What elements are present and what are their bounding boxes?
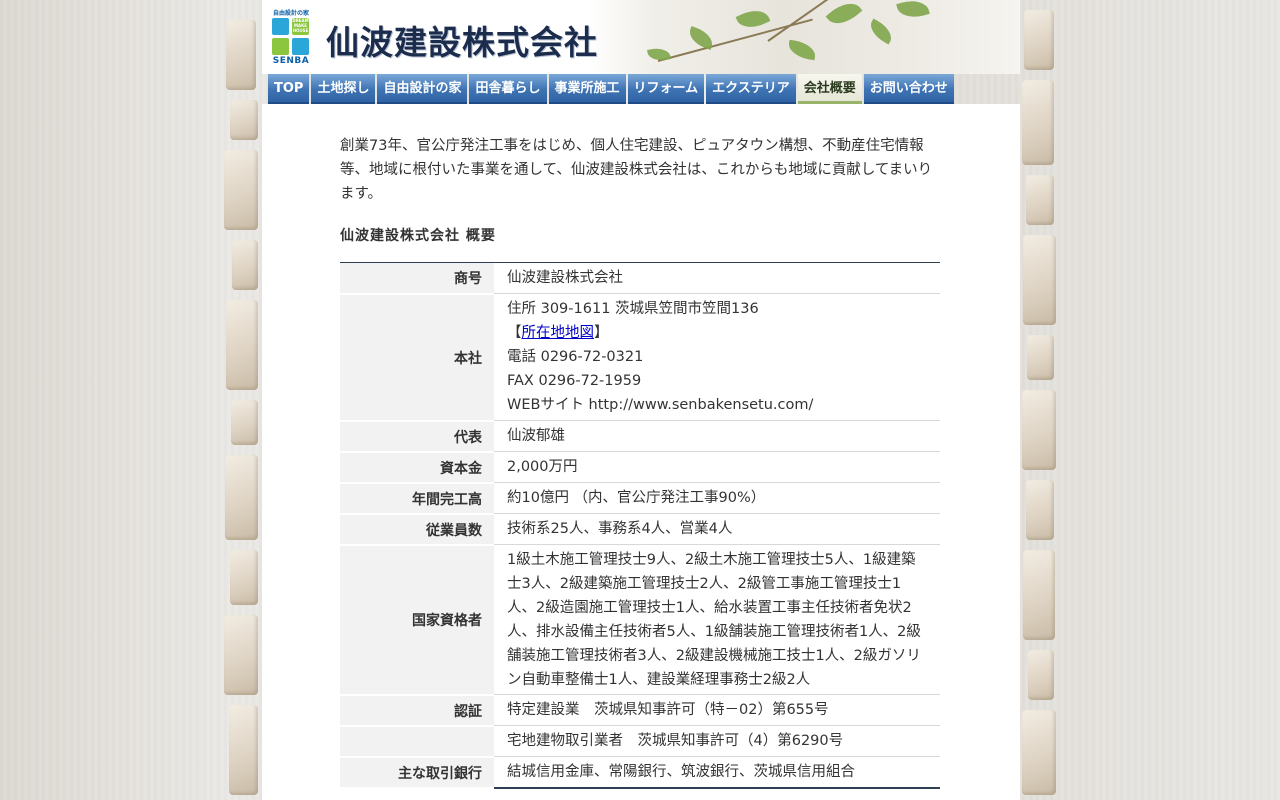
table-row: 主な取引銀行 結城信用金庫、常陽銀行、筑波銀行、茨城県信用組合: [340, 756, 940, 789]
row-label-annual-revenue: 年間完工高: [340, 482, 494, 515]
table-row: 従業員数 技術系25人、事務系4人、営業4人: [340, 513, 940, 546]
main-nav: TOP 土地探し 自由設計の家 田舎暮らし 事業所施工 リフォーム エクステリア…: [268, 74, 956, 104]
header-plant-photo: [588, 0, 1020, 74]
table-row: 商号 仙波建設株式会社: [340, 262, 940, 295]
table-row: 本社 住所 309-1611 茨城県笠間市笠間136 【所在地地図】 電話 02…: [340, 293, 940, 422]
table-row: 宅地建物取引業者 茨城県知事許可（4）第6290号: [340, 725, 940, 758]
map-link-wrapper: 【所在地地図】: [507, 321, 940, 345]
logo-brand: SENBA: [272, 56, 310, 66]
table-row: 代表 仙波郁雄: [340, 420, 940, 453]
company-logo[interactable]: 自由設計の家 DREAM MAKE HOUSE SENBA: [268, 8, 314, 66]
nav-item-company-profile[interactable]: 会社概要: [797, 74, 862, 104]
row-value-certification-2: 宅地建物取引業者 茨城県知事許可（4）第6290号: [494, 725, 940, 757]
main-content: 創業73年、官公庁発注工事をはじめ、個人住宅建設、ピュアタウン構想、不動産住宅情…: [262, 104, 1020, 800]
row-value-representative: 仙波郁雄: [494, 420, 940, 452]
intro-paragraph: 創業73年、官公庁発注工事をはじめ、個人住宅建設、ピュアタウン構想、不動産住宅情…: [340, 138, 933, 202]
table-row: 年間完工高 約10億円 （内、官公庁発注工事90%）: [340, 482, 940, 515]
website: WEBサイト http://www.senbakensetu.com/: [507, 397, 814, 413]
table-row: 資本金 2,000万円: [340, 451, 940, 484]
stone-wall-left: [222, 0, 262, 800]
location-map-link[interactable]: 所在地地図: [522, 325, 595, 341]
nav-item-custom-house[interactable]: 自由設計の家: [377, 74, 468, 104]
nav-item-contact[interactable]: お問い合わせ: [863, 74, 954, 104]
nav-item-top[interactable]: TOP: [268, 74, 310, 104]
row-label-qualifications: 国家資格者: [340, 544, 494, 696]
bracket-open: 【: [507, 325, 522, 341]
nav-item-reform[interactable]: リフォーム: [627, 74, 705, 104]
site-header: 自由設計の家 DREAM MAKE HOUSE SENBA 仙波建設株式会社: [262, 0, 1020, 74]
phone-number: 電話 0296-72-0321: [507, 349, 644, 365]
stone-wall-right: [1020, 0, 1060, 800]
row-label-representative: 代表: [340, 420, 494, 453]
company-profile-table: 商号 仙波建設株式会社 本社 住所 309-1611 茨城県笠間市笠間136 【…: [340, 262, 940, 789]
bracket-close: 】: [594, 325, 609, 341]
row-value-capital: 2,000万円: [494, 451, 940, 483]
logo-tagline: 自由設計の家: [272, 10, 309, 17]
row-label-banks: 主な取引銀行: [340, 756, 494, 789]
row-value-qualifications: 1級土木施工管理技士9人、2級土木施工管理技士5人、1級建築士3人、2級建築施工…: [494, 544, 940, 695]
row-value-banks: 結城信用金庫、常陽銀行、筑波銀行、茨城県信用組合: [494, 756, 940, 789]
nav-item-office-construction[interactable]: 事業所施工: [548, 74, 626, 104]
row-value-employees: 技術系25人、事務系4人、営業4人: [494, 513, 940, 545]
row-value-head-office: 住所 309-1611 茨城県笠間市笠間136 【所在地地図】 電話 0296-…: [494, 293, 940, 421]
nav-item-land-search[interactable]: 土地探し: [311, 74, 376, 104]
table-row: 認証 特定建設業 茨城県知事許可（特－02）第655号: [340, 694, 940, 727]
row-value-trade-name: 仙波建設株式会社: [494, 262, 940, 294]
nav-item-country-living[interactable]: 田舎暮らし: [469, 74, 547, 104]
fax-number: FAX 0296-72-1959: [507, 373, 642, 389]
row-value-certification-1: 特定建設業 茨城県知事許可（特－02）第655号: [494, 694, 940, 726]
logo-squares-icon: DREAM MAKE HOUSE: [272, 18, 310, 56]
row-label-empty: [340, 725, 494, 758]
company-name-heading: 仙波建設株式会社: [326, 23, 598, 62]
row-value-annual-revenue: 約10億円 （内、官公庁発注工事90%）: [494, 482, 940, 514]
row-label-head-office: 本社: [340, 293, 494, 422]
row-label-trade-name: 商号: [340, 262, 494, 295]
row-label-certification: 認証: [340, 694, 494, 727]
nav-item-exterior[interactable]: エクステリア: [706, 74, 796, 104]
address: 住所 309-1611 茨城県笠間市笠間136: [507, 301, 759, 317]
row-label-capital: 資本金: [340, 451, 494, 484]
section-title: 仙波建設株式会社 概要: [340, 228, 496, 244]
table-row: 国家資格者 1級土木施工管理技士9人、2級土木施工管理技士5人、1級建築士3人、…: [340, 544, 940, 696]
page-container: 自由設計の家 DREAM MAKE HOUSE SENBA 仙波建設株式会社 T…: [262, 0, 1020, 800]
row-label-employees: 従業員数: [340, 513, 494, 546]
